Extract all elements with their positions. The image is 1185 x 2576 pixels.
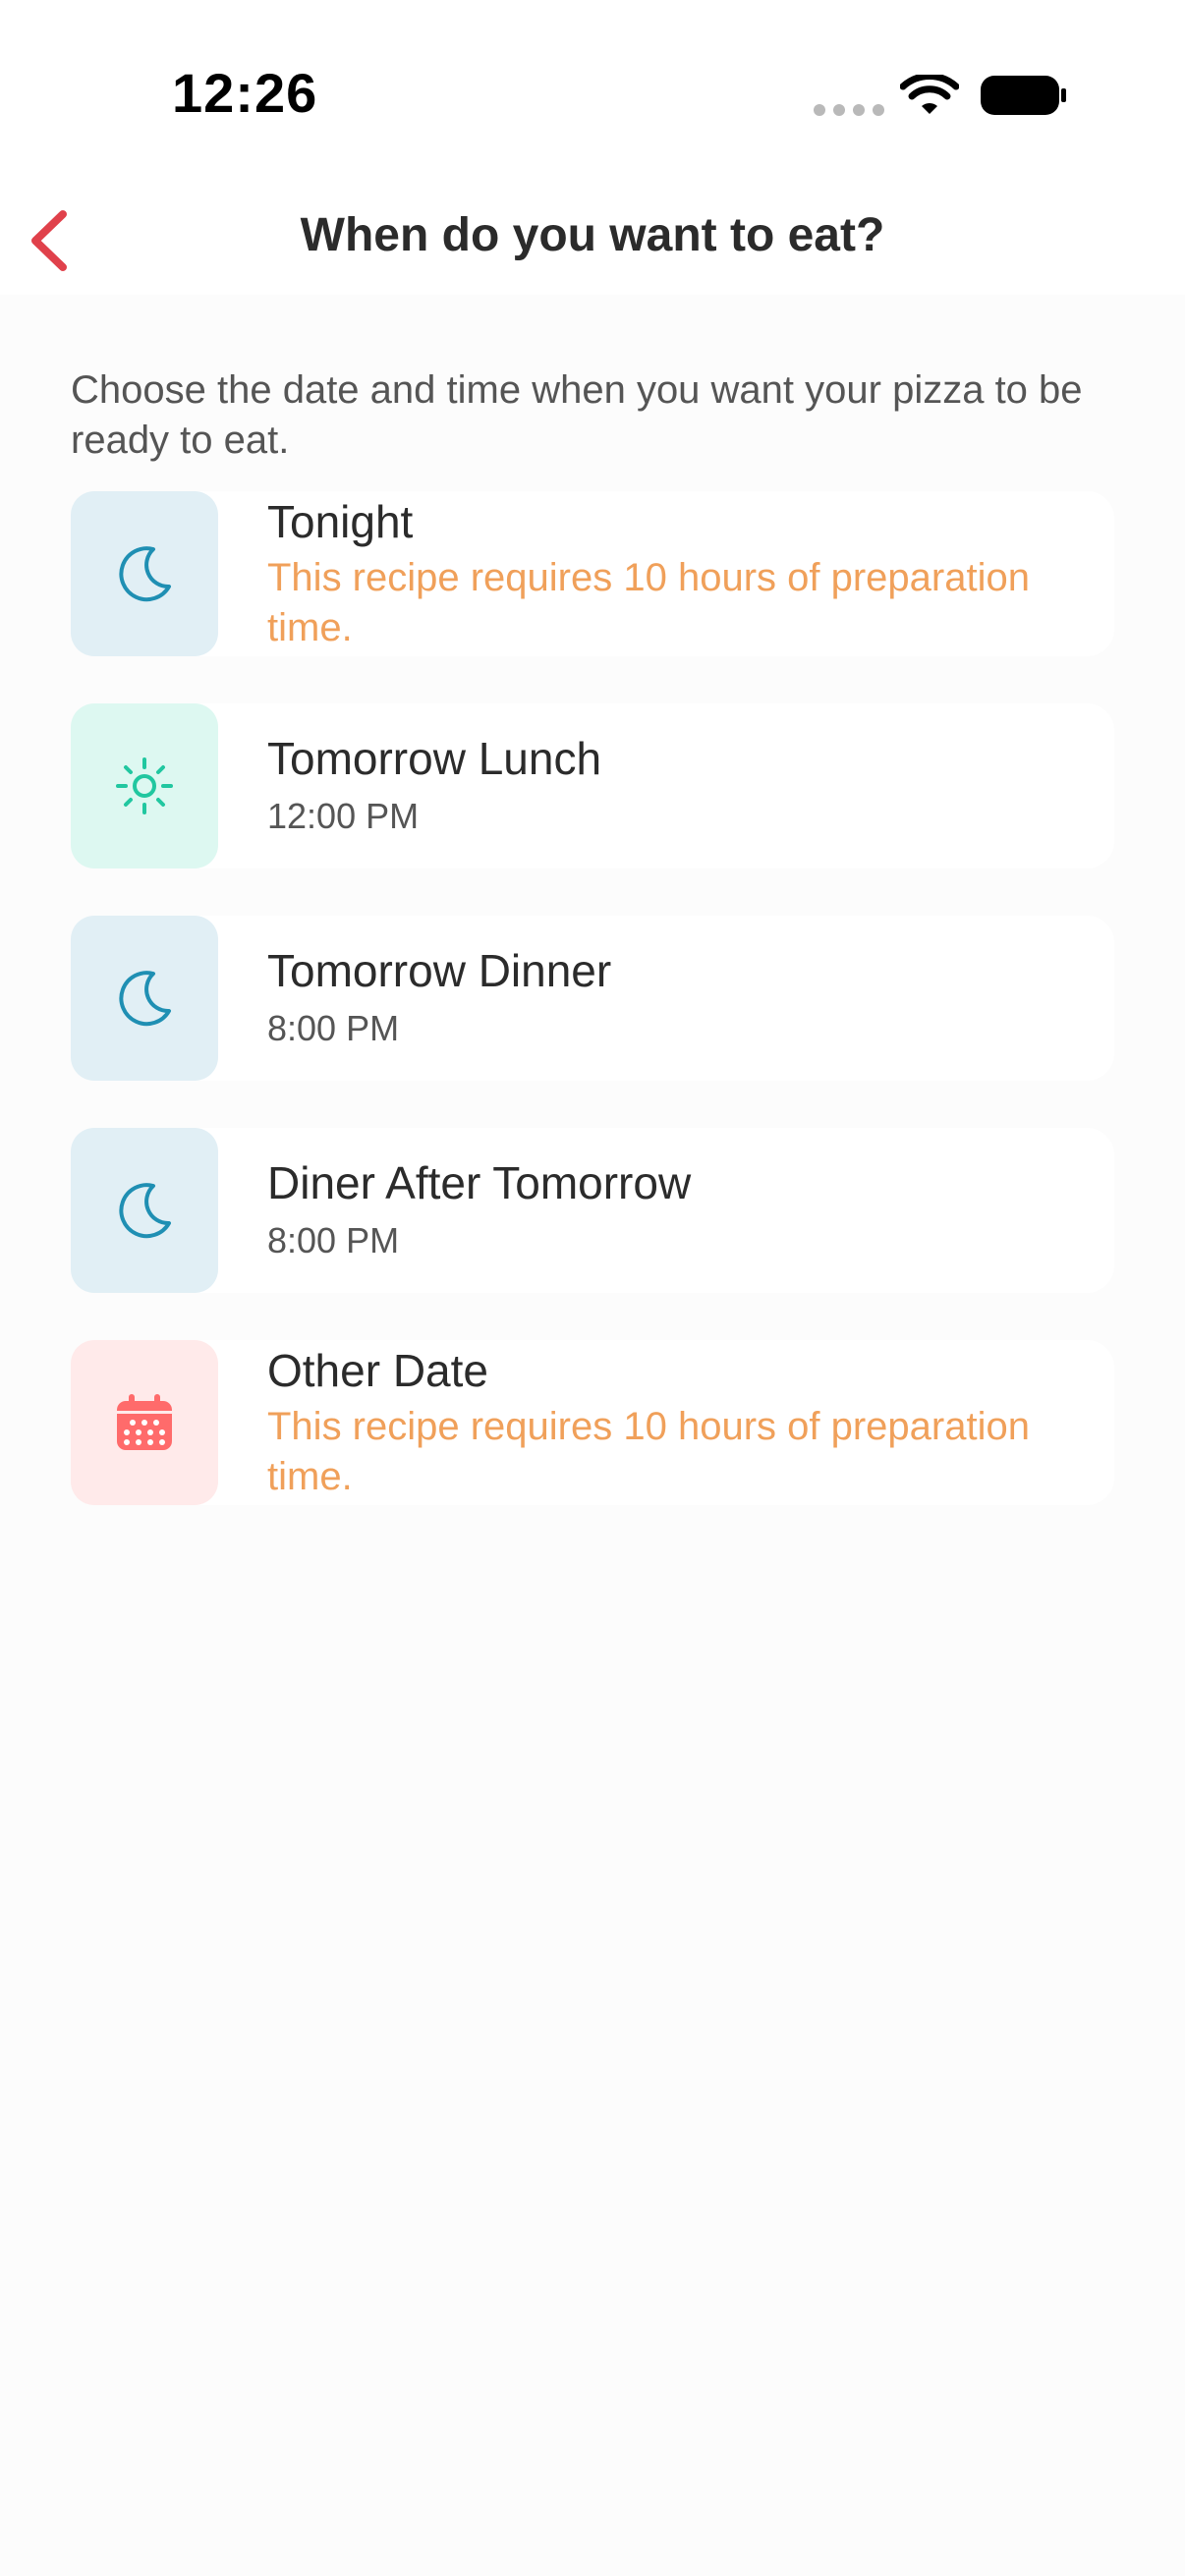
battery-icon <box>981 76 1066 115</box>
page-title: When do you want to eat? <box>300 209 885 261</box>
option-icon-tile <box>71 703 218 868</box>
option-text: Diner After Tomorrow 8:00 PM <box>218 1128 691 1293</box>
status-time: 12:26 <box>172 62 318 124</box>
option-other-date[interactable]: Other Date This recipe requires 10 hours… <box>71 1340 1114 1505</box>
option-text: Tomorrow Lunch 12:00 PM <box>218 703 601 868</box>
moon-icon <box>119 1183 171 1239</box>
content: Choose the date and time when you want y… <box>71 295 1114 1552</box>
sun-icon <box>116 757 173 814</box>
option-title: Other Date <box>267 1345 488 1396</box>
wifi-icon <box>900 75 959 114</box>
option-title: Tonight <box>267 496 414 547</box>
option-diner-after-tomorrow[interactable]: Diner After Tomorrow 8:00 PM <box>71 1128 1114 1293</box>
option-icon-tile <box>71 1340 218 1505</box>
option-warning: This recipe requires 10 hours of prepara… <box>267 556 1030 649</box>
moon-icon <box>119 546 171 602</box>
option-tonight[interactable]: Tonight This recipe requires 10 hours of… <box>71 491 1114 656</box>
option-time: 12:00 PM <box>267 796 420 836</box>
option-text: Other Date This recipe requires 10 hours… <box>218 1340 1112 1505</box>
option-text: Tonight This recipe requires 10 hours of… <box>218 491 1112 656</box>
option-text: Tomorrow Dinner 8:00 PM <box>218 916 611 1081</box>
option-tomorrow-dinner[interactable]: Tomorrow Dinner 8:00 PM <box>71 916 1114 1081</box>
option-title: Diner After Tomorrow <box>267 1157 692 1208</box>
option-tomorrow-lunch[interactable]: Tomorrow Lunch 12:00 PM <box>71 703 1114 868</box>
calendar-icon <box>117 1394 172 1450</box>
option-icon-tile <box>71 491 218 656</box>
status-bar: 12:26 <box>0 0 1185 177</box>
option-icon-tile <box>71 916 218 1081</box>
description-text: Choose the date and time when you want y… <box>71 368 1083 462</box>
nav-bar: When do you want to eat? <box>0 177 1185 295</box>
option-title: Tomorrow Dinner <box>267 945 612 996</box>
moon-icon <box>119 971 171 1027</box>
option-title: Tomorrow Lunch <box>267 733 602 784</box>
option-icon-tile <box>71 1128 218 1293</box>
option-time: 8:00 PM <box>267 1008 400 1048</box>
cellular-signal-icon <box>814 104 884 116</box>
option-list: Tonight This recipe requires 10 hours of… <box>71 491 1114 1505</box>
option-time: 8:00 PM <box>267 1220 400 1260</box>
option-warning: This recipe requires 10 hours of prepara… <box>267 1405 1030 1498</box>
